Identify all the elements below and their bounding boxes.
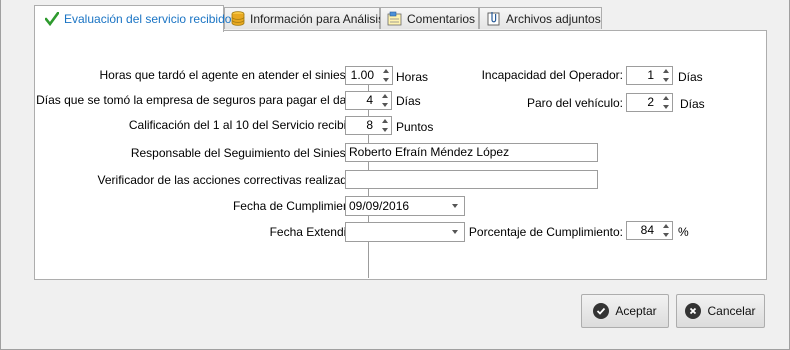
horas-unit: Horas xyxy=(396,70,429,84)
horas-spinner[interactable]: 1.00 xyxy=(345,66,393,85)
calificacion-label: Calificación del 1 al 10 del Servicio re… xyxy=(128,118,363,132)
close-circle-icon xyxy=(685,303,702,319)
tab-comentarios[interactable]: Comentarios xyxy=(380,7,479,29)
dropdown-arrow-icon[interactable] xyxy=(452,230,458,234)
tab-label: Evaluación del servicio recibido xyxy=(64,12,232,26)
fecha-cumplimiento-value: 09/09/2016 xyxy=(349,199,410,213)
spinner-arrows[interactable] xyxy=(378,92,391,109)
cancel-button-label: Cancelar xyxy=(707,304,756,318)
tab-archivos[interactable]: Archivos adjuntos xyxy=(479,7,602,29)
dias-pago-unit: Días xyxy=(396,94,421,108)
accept-button[interactable]: Aceptar xyxy=(581,294,669,328)
porcentaje-label: Porcentaje de Cumplimiento: xyxy=(468,225,623,239)
fecha-extendida-label: Fecha Extendida: xyxy=(269,225,363,239)
porcentaje-value: 84 xyxy=(640,223,654,237)
horas-value: 1.00 xyxy=(350,68,374,82)
tab-label: Comentarios xyxy=(407,11,476,26)
porcentaje-spinner[interactable]: 84 xyxy=(626,221,673,240)
spinner-arrows[interactable] xyxy=(659,94,672,111)
fecha-extendida-picker[interactable] xyxy=(345,222,465,242)
tab-label: Archivos adjuntos xyxy=(506,11,601,26)
accept-button-label: Aceptar xyxy=(615,304,657,318)
calificacion-spinner[interactable]: 8 xyxy=(345,116,392,135)
paro-spinner[interactable]: 2 xyxy=(626,93,673,112)
calificacion-unit: Puntos xyxy=(396,120,434,134)
check-icon xyxy=(45,11,59,27)
calificacion-value: 8 xyxy=(366,118,373,132)
attachment-icon xyxy=(486,11,501,27)
dropdown-arrow-icon[interactable] xyxy=(452,204,458,208)
spinner-arrows[interactable] xyxy=(659,67,672,84)
horas-label: Horas que tardó el agente en atender el … xyxy=(99,68,363,82)
dias-pago-value: 4 xyxy=(366,93,373,107)
tab-label: Información para Análisis xyxy=(250,11,385,26)
cancel-button[interactable]: Cancelar xyxy=(676,294,765,328)
responsable-label: Responsable del Seguimiento del Siniestr… xyxy=(130,146,363,160)
incapacidad-value: 1 xyxy=(647,68,654,82)
spinner-arrows[interactable] xyxy=(379,67,392,84)
spinner-arrows[interactable] xyxy=(659,222,672,239)
paro-unit: Días xyxy=(680,97,705,111)
porcentaje-unit: % xyxy=(678,225,689,239)
database-icon xyxy=(231,11,245,27)
incapacidad-label: Incapacidad del Operador: xyxy=(481,68,623,82)
tab-informacion[interactable]: Información para Análisis xyxy=(224,7,384,29)
paro-label: Paro del vehículo: xyxy=(526,96,623,110)
incapacidad-spinner[interactable]: 1 xyxy=(626,66,673,85)
verificador-label: Verificador de las acciones correctivas … xyxy=(97,173,363,187)
tab-content-panel: Horas que tardó el agente en atender el … xyxy=(34,30,767,280)
window-border-left xyxy=(0,0,1,350)
verificador-field[interactable] xyxy=(345,170,598,189)
dias-pago-label: Días que se tomó la empresa de seguros p… xyxy=(36,93,363,107)
check-circle-icon xyxy=(593,303,610,319)
fecha-cumplimiento-picker[interactable]: 09/09/2016 xyxy=(345,196,465,216)
spinner-arrows[interactable] xyxy=(378,117,391,134)
tab-evaluacion[interactable]: Evaluación del servicio recibido xyxy=(34,5,231,32)
responsable-field[interactable]: Roberto Efraín Méndez López xyxy=(345,143,598,162)
dias-pago-spinner[interactable]: 4 xyxy=(345,91,392,110)
paro-value: 2 xyxy=(647,95,654,109)
notes-icon xyxy=(387,11,402,27)
fecha-cumplimiento-label: Fecha de Cumplimiento: xyxy=(232,199,363,213)
incapacidad-unit: Días xyxy=(678,70,703,84)
